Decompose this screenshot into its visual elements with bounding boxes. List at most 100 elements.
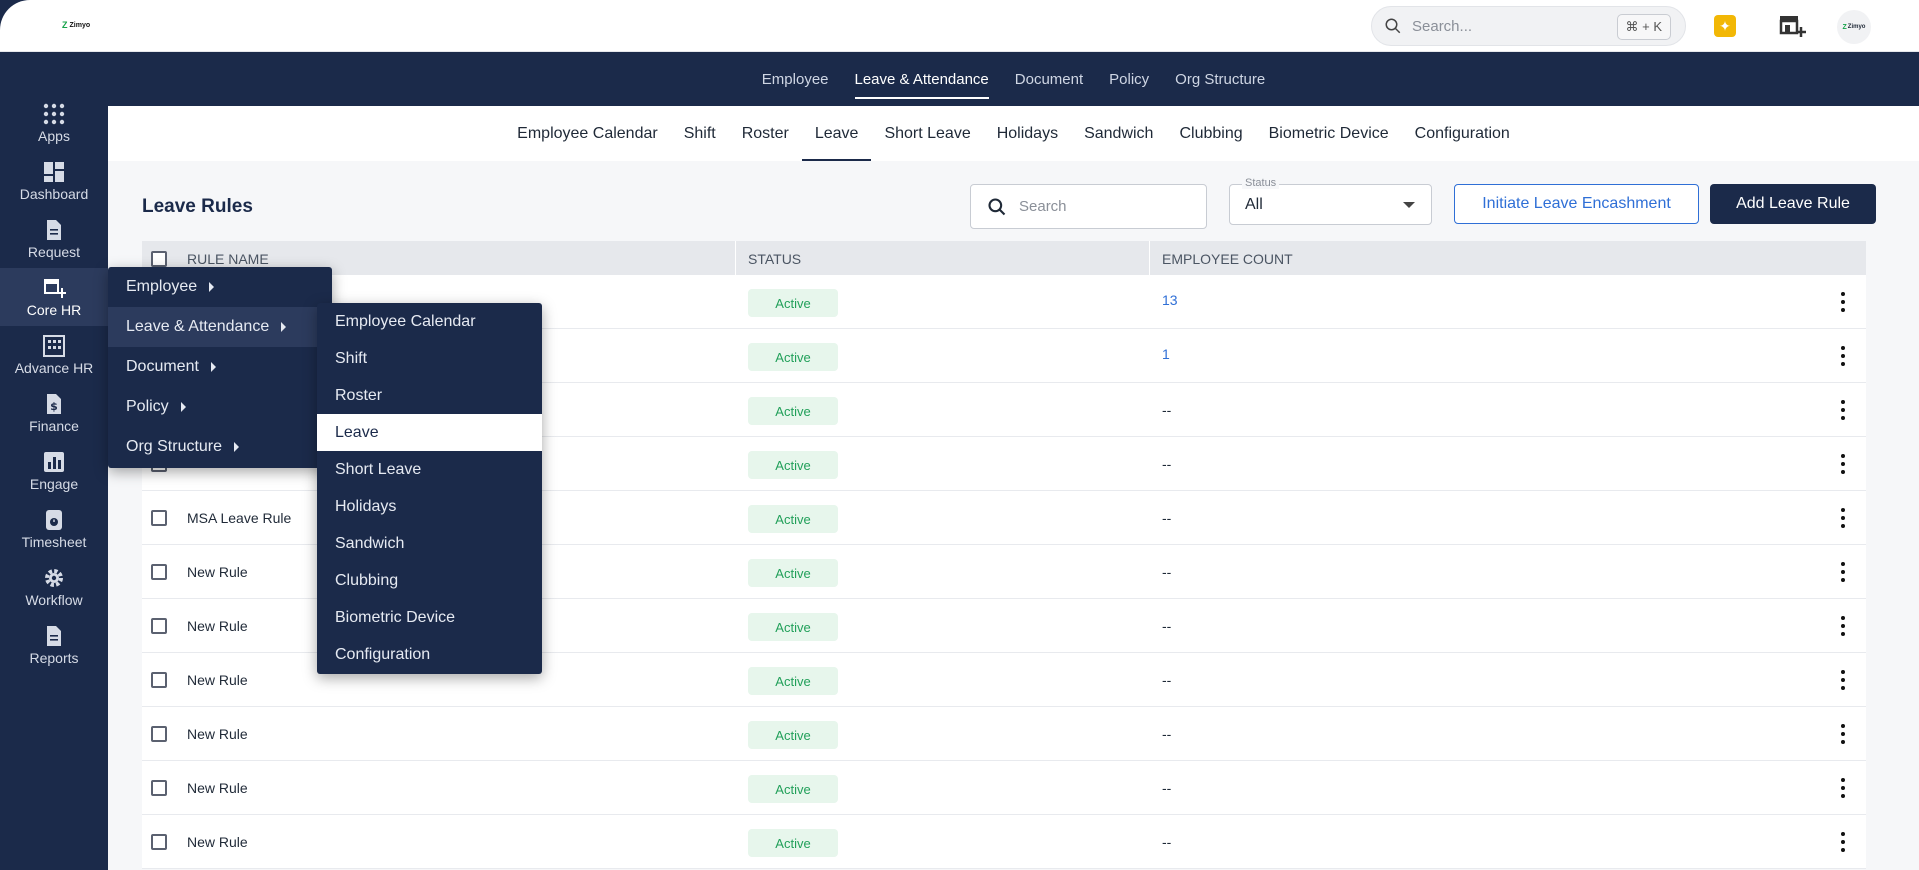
submenu-item-biometric-device[interactable]: Biometric Device: [317, 599, 542, 636]
submenu-item-short-leave[interactable]: Short Leave: [317, 451, 542, 488]
logo-text: Zimyo: [69, 21, 91, 29]
status-badge: Active: [748, 829, 838, 857]
sidebar-item-timesheet[interactable]: Timesheet: [0, 500, 108, 558]
status-select[interactable]: Status All: [1229, 177, 1432, 225]
submenu-item-roster[interactable]: Roster: [317, 377, 542, 414]
tab-org-structure[interactable]: Org Structure: [1162, 52, 1278, 106]
more-options-icon[interactable]: [1841, 508, 1845, 528]
search-placeholder: Search: [1019, 198, 1067, 215]
submenu-item-shift[interactable]: Shift: [317, 340, 542, 377]
row-checkbox[interactable]: [151, 726, 167, 742]
shortcut-hint: ⌘ + K: [1616, 14, 1671, 40]
sidebar-item-core-hr[interactable]: Core HR: [0, 268, 108, 326]
menu-item-document[interactable]: Document: [108, 347, 332, 387]
sidebar-item-engage[interactable]: Engage: [0, 442, 108, 500]
row-checkbox[interactable]: [151, 564, 167, 580]
subtab-short-leave[interactable]: Short Leave: [871, 106, 983, 161]
zimyo-logo[interactable]: Z Zimyo: [62, 20, 90, 30]
sidebar-item-workflow[interactable]: Workflow: [0, 558, 108, 616]
table-row[interactable]: New Rule Active --: [142, 707, 1866, 761]
subtab-clubbing[interactable]: Clubbing: [1166, 106, 1255, 161]
more-options-icon[interactable]: [1841, 346, 1845, 366]
subtab-employee-calendar[interactable]: Employee Calendar: [504, 106, 671, 161]
rule-name: New Rule: [187, 618, 248, 634]
subtab-holidays[interactable]: Holidays: [984, 106, 1071, 161]
gear-icon: [45, 569, 63, 587]
select-all-checkbox[interactable]: [151, 251, 167, 267]
timer-icon: [46, 510, 62, 530]
menu-item-org-structure[interactable]: Org Structure: [108, 427, 332, 467]
more-options-icon[interactable]: [1841, 292, 1845, 312]
column-divider: [735, 241, 736, 275]
more-options-icon[interactable]: [1841, 778, 1845, 798]
tab-leave-attendance[interactable]: Leave & Attendance: [842, 52, 1002, 106]
more-options-icon[interactable]: [1841, 400, 1845, 420]
menu-item-policy[interactable]: Policy: [108, 387, 332, 427]
add-leave-rule-button[interactable]: Add Leave Rule: [1710, 184, 1876, 224]
tab-policy[interactable]: Policy: [1096, 52, 1162, 106]
subtab-roster[interactable]: Roster: [729, 106, 802, 161]
global-search-placeholder: Search...: [1412, 17, 1473, 35]
submenu-item-configuration[interactable]: Configuration: [317, 636, 542, 673]
menu-item-label: Leave & Attendance: [126, 318, 270, 335]
sparkle-icon[interactable]: ✦: [1714, 15, 1736, 37]
employee-count: --: [1162, 726, 1172, 742]
status-badge: Active: [748, 343, 838, 371]
sidebar-item-request[interactable]: Request: [0, 210, 108, 268]
table-row[interactable]: New Rule Active --: [142, 761, 1866, 815]
svg-text:$: $: [50, 400, 58, 413]
submenu-item-clubbing[interactable]: Clubbing: [317, 562, 542, 599]
status-badge: Active: [748, 397, 838, 425]
sidebar-item-finance[interactable]: $ Finance: [0, 384, 108, 442]
search-icon: [988, 197, 1006, 215]
employee-count: --: [1162, 618, 1172, 634]
submenu-item-leave[interactable]: Leave: [317, 414, 542, 451]
subtab-shift[interactable]: Shift: [671, 106, 729, 161]
subtab-configuration[interactable]: Configuration: [1402, 106, 1523, 161]
finance-icon: $: [47, 394, 61, 414]
sidebar-label: Advance HR: [14, 360, 94, 376]
initiate-leave-encashment-button[interactable]: Initiate Leave Encashment: [1454, 184, 1699, 224]
avatar[interactable]: Z Zimyo: [1837, 10, 1871, 44]
sidebar-label: Engage: [29, 476, 79, 492]
subtab-leave[interactable]: Leave: [801, 106, 872, 161]
row-checkbox[interactable]: [151, 834, 167, 850]
table-row[interactable]: New Rule Active --: [142, 815, 1866, 869]
sidebar-item-apps[interactable]: Apps: [0, 94, 108, 152]
chevron-down-icon: [1403, 202, 1415, 208]
sidebar-item-advance-hr[interactable]: Advance HR: [0, 326, 108, 384]
global-search-input[interactable]: Search... ⌘ + K: [1371, 6, 1686, 46]
rule-name: New Rule: [187, 564, 248, 580]
menu-item-employee[interactable]: Employee: [108, 267, 332, 307]
sidebar-label: Finance: [29, 418, 79, 434]
more-options-icon[interactable]: [1841, 670, 1845, 690]
chart-icon: [44, 452, 64, 472]
sidebar-item-reports[interactable]: Reports: [0, 616, 108, 674]
subtab-sandwich[interactable]: Sandwich: [1071, 106, 1166, 161]
more-options-icon[interactable]: [1841, 724, 1845, 744]
status-badge: Active: [748, 667, 838, 695]
status-badge: Active: [748, 721, 838, 749]
submenu-item-employee-calendar[interactable]: Employee Calendar: [317, 303, 542, 340]
row-checkbox[interactable]: [151, 780, 167, 796]
more-options-icon[interactable]: [1841, 454, 1845, 474]
employee-count-link[interactable]: 1: [1162, 346, 1170, 362]
more-options-icon[interactable]: [1841, 616, 1845, 636]
row-checkbox[interactable]: [151, 672, 167, 688]
row-checkbox[interactable]: [151, 510, 167, 526]
apps-grid-icon: [43, 103, 65, 125]
tab-employee[interactable]: Employee: [749, 52, 842, 106]
sidebar-item-dashboard[interactable]: Dashboard: [0, 152, 108, 210]
subtab-biometric-device[interactable]: Biometric Device: [1256, 106, 1402, 161]
search-input[interactable]: Search: [970, 184, 1207, 229]
tab-document[interactable]: Document: [1002, 52, 1096, 106]
submenu-item-holidays[interactable]: Holidays: [317, 488, 542, 525]
submenu-item-sandwich[interactable]: Sandwich: [317, 525, 542, 562]
store-add-icon[interactable]: [1778, 14, 1806, 38]
employee-count-link[interactable]: 13: [1162, 292, 1178, 308]
more-options-icon[interactable]: [1841, 832, 1845, 852]
menu-item-leave-attendance[interactable]: Leave & Attendance: [108, 307, 332, 347]
core-hr-flyout-menu: Employee Leave & Attendance Document Pol…: [108, 267, 332, 468]
more-options-icon[interactable]: [1841, 562, 1845, 582]
row-checkbox[interactable]: [151, 618, 167, 634]
